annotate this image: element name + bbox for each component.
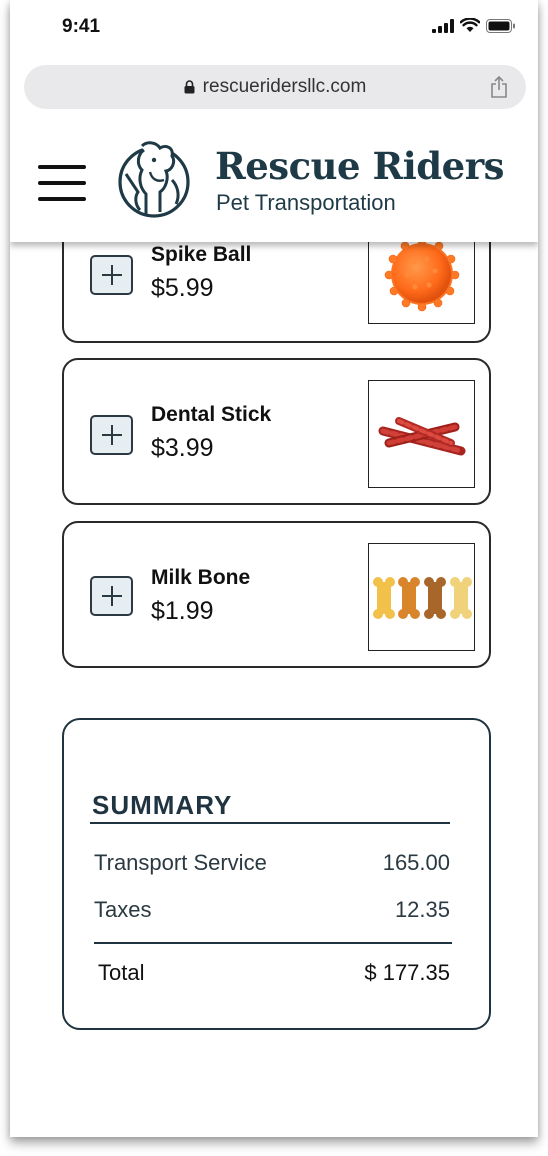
summary-row-value: 12.35 <box>394 897 450 922</box>
product-name: Milk Bone <box>151 566 251 589</box>
product-card-milk-bone: Milk Bone $1.99 <box>62 521 491 668</box>
summary-row-value: 165.00 <box>382 850 450 875</box>
add-to-cart-button[interactable] <box>90 255 133 295</box>
summary-row-label: Transport Service <box>94 850 267 875</box>
lock-icon <box>184 80 195 94</box>
rescue-riders-logo-icon[interactable] <box>114 140 196 220</box>
app-header: 9:41 rescueridersllc.com Rescue Riders P… <box>10 0 538 242</box>
summary-divider <box>90 822 450 824</box>
add-to-cart-button[interactable] <box>90 576 133 616</box>
product-image-dental-stick[interactable] <box>368 380 475 488</box>
total-divider <box>94 942 452 944</box>
product-name: Dental Stick <box>151 403 272 426</box>
signal-icon <box>432 19 454 33</box>
battery-icon <box>486 19 515 33</box>
status-icons <box>432 18 516 33</box>
wifi-icon <box>460 18 480 32</box>
status-time: 9:41 <box>62 16 101 37</box>
product-card-dental-stick: Dental Stick $3.99 <box>62 358 491 505</box>
product-name: Spike Ball <box>151 243 252 266</box>
hamburger-menu-icon[interactable] <box>38 165 86 203</box>
summary-row-label: Taxes <box>94 897 152 922</box>
share-icon[interactable] <box>490 75 508 99</box>
product-price: $1.99 <box>151 597 214 625</box>
total-label: Total <box>98 960 145 985</box>
brand-name[interactable]: Rescue Riders <box>215 144 505 188</box>
brand-tagline: Pet Transportation <box>216 190 396 215</box>
product-image-milk-bone[interactable] <box>368 543 475 651</box>
order-summary-panel: SUMMARY Transport Service 165.00 Taxes 1… <box>62 718 491 1030</box>
add-to-cart-button[interactable] <box>90 415 133 455</box>
product-price: $5.99 <box>151 274 214 302</box>
summary-title: SUMMARY <box>92 790 233 820</box>
browser-url-bar[interactable]: rescueridersllc.com <box>24 65 526 109</box>
total-value: $ 177.35 <box>364 960 450 985</box>
url-text: rescueridersllc.com <box>202 76 367 97</box>
product-price: $3.99 <box>151 434 214 462</box>
phone-screen: Spike Ball $5.99 Dental Stick $3.99 Milk… <box>10 0 538 1137</box>
